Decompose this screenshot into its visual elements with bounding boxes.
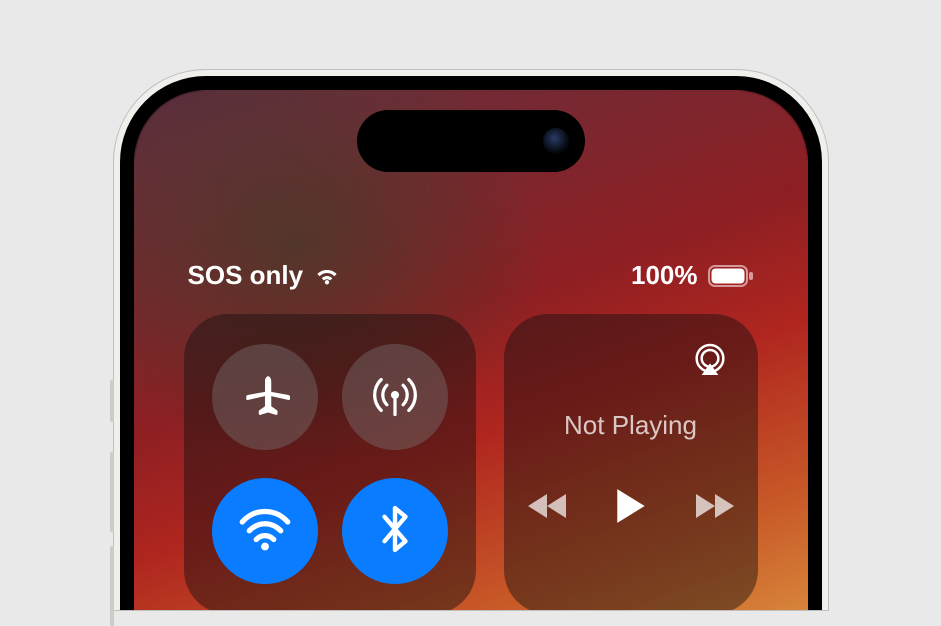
side-button-action bbox=[110, 380, 114, 422]
airplay-icon bbox=[690, 340, 730, 385]
bluetooth-icon bbox=[373, 501, 417, 562]
airplane-icon bbox=[240, 370, 290, 425]
front-camera-icon bbox=[543, 128, 569, 154]
page-background: SOS only 100% bbox=[0, 0, 941, 622]
media-panel[interactable]: Not Playing bbox=[504, 314, 758, 610]
antenna-icon bbox=[369, 369, 421, 426]
phone-bezel: SOS only 100% bbox=[120, 76, 822, 610]
rewind-icon bbox=[526, 491, 570, 526]
status-bar: SOS only 100% bbox=[134, 260, 808, 291]
phone-screen: SOS only 100% bbox=[134, 90, 808, 610]
battery-icon bbox=[708, 265, 754, 287]
cellular-data-toggle[interactable] bbox=[342, 344, 448, 450]
dynamic-island bbox=[357, 110, 585, 172]
airplane-mode-toggle[interactable] bbox=[212, 344, 318, 450]
play-icon bbox=[614, 487, 648, 530]
carrier-text: SOS only bbox=[188, 260, 304, 291]
bluetooth-toggle[interactable] bbox=[342, 478, 448, 584]
side-button-volume-down bbox=[110, 546, 114, 626]
airplay-button[interactable] bbox=[686, 338, 734, 386]
forward-icon bbox=[692, 491, 736, 526]
play-button[interactable] bbox=[614, 487, 648, 530]
media-controls bbox=[504, 487, 758, 530]
status-bar-left: SOS only bbox=[188, 260, 342, 291]
status-bar-right: 100% bbox=[631, 260, 754, 291]
battery-percent-text: 100% bbox=[631, 260, 698, 291]
rewind-button[interactable] bbox=[526, 491, 570, 526]
wifi-toggle[interactable] bbox=[212, 478, 318, 584]
side-button-volume-up bbox=[110, 452, 114, 532]
control-center-row: Not Playing bbox=[134, 314, 808, 610]
now-playing-text: Not Playing bbox=[504, 410, 758, 441]
connectivity-panel[interactable] bbox=[184, 314, 476, 610]
wifi-icon bbox=[313, 265, 341, 287]
forward-button[interactable] bbox=[692, 491, 736, 526]
wifi-icon bbox=[237, 501, 293, 562]
phone-frame: SOS only 100% bbox=[114, 70, 828, 610]
